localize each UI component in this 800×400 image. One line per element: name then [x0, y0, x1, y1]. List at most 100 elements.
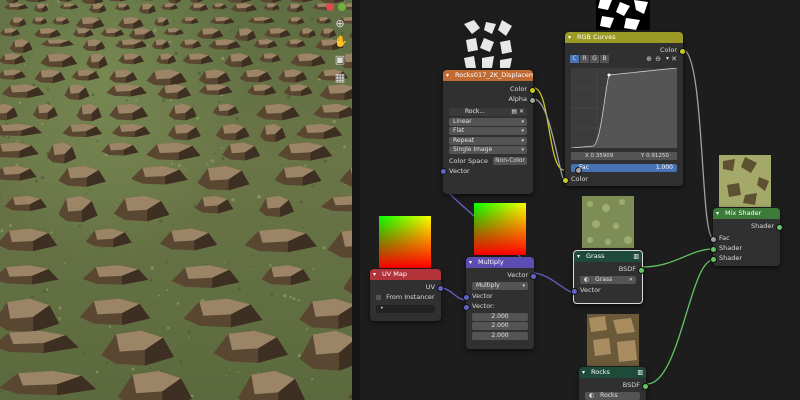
channel-b-tab[interactable]: B — [600, 55, 609, 63]
link-rocks-to-mix — [646, 259, 714, 385]
collapse-arrow-icon[interactable]: ▾ — [582, 367, 585, 378]
zoom-icon[interactable]: ⊕ — [334, 18, 346, 30]
vector2-input-socket[interactable] — [463, 303, 470, 311]
socket-label: Shader — [750, 222, 774, 230]
uv-map-node[interactable]: ▾ UV Map UV From Instancer • — [370, 269, 444, 321]
link-grass-to-mix — [641, 248, 714, 268]
shader-node-editor[interactable]: ▾ Rocks017_2K_Displacement... Color Alph… — [360, 0, 800, 400]
channel-c-tab[interactable]: C — [570, 55, 579, 63]
uv-preview — [379, 216, 431, 268]
folder-icon[interactable]: ▤ ✕ — [511, 108, 524, 116]
node-title: Rocks017_2K_Displacement... — [455, 71, 533, 79]
zoom-in-icon[interactable]: ⊕ — [646, 55, 652, 63]
socket-label: Color — [510, 85, 527, 93]
fac-slider[interactable]: Fac 1.000 — [571, 164, 677, 174]
channel-r-tab[interactable]: R — [580, 55, 589, 63]
color-space-dropdown[interactable]: Non-Color — [493, 156, 527, 165]
close-icon[interactable]: ✕ — [671, 55, 677, 63]
area-divider[interactable] — [352, 0, 360, 400]
from-instancer-checkbox[interactable] — [376, 294, 381, 300]
node-header[interactable]: ▾ Grass ▥ — [574, 251, 642, 262]
alpha-output-socket[interactable] — [529, 96, 536, 104]
input-vector-row: Vector — [571, 285, 642, 295]
rocks-image-texture-node[interactable]: ▾ Rocks017_2K_Displacement... Color Alph… — [440, 70, 536, 194]
projection-dropdown[interactable]: Flat ▾ — [449, 127, 527, 135]
vector-input-socket[interactable] — [571, 287, 578, 295]
node-title: Mix Shader — [725, 209, 762, 217]
node-group-icon[interactable]: ▥ — [637, 367, 643, 378]
fac-input-socket[interactable] — [710, 235, 717, 243]
link-curves-to-fac — [681, 48, 714, 239]
gizmo-x-icon[interactable] — [326, 3, 334, 11]
grid-icon[interactable]: ▦ — [334, 72, 346, 84]
node-header[interactable]: ▾ Rocks017_2K_Displacement... — [443, 70, 533, 81]
image-selector[interactable]: Rock... ▤ ✕ — [449, 108, 527, 116]
point-x-value[interactable]: X 0.35909 — [585, 152, 613, 160]
input-vector-row: Vector — [463, 291, 534, 301]
color-output-socket[interactable] — [679, 47, 686, 55]
shader1-input-socket[interactable] — [710, 245, 717, 253]
mix-shader-node[interactable]: ▾ Mix Shader Shader Fac Shader Shader — [710, 208, 783, 266]
group-name: Rocks — [600, 391, 618, 399]
color-input-socket[interactable] — [562, 176, 569, 184]
collapse-arrow-icon[interactable]: ▾ — [716, 208, 719, 219]
node-title: Multiply — [478, 258, 504, 266]
options-chevron-icon[interactable]: ▾ — [666, 55, 669, 62]
rgb-curves-node[interactable]: ▾ RGB Curves Color C R G B ⊕ ⊖ ▾ ✕ X 0.3… — [562, 32, 686, 186]
close-icon[interactable]: ✕ — [629, 276, 633, 284]
grass-group-node[interactable]: ▾ Grass ▥ BSDF ◐ Grass ✕ Vector — [571, 250, 645, 304]
rocks-group-node[interactable]: ▾ Rocks ▥ BSDF ◐ Rocks — [579, 367, 649, 400]
source-dropdown[interactable]: Single Image ▾ — [449, 146, 527, 154]
collapse-arrow-icon[interactable]: ▾ — [469, 257, 472, 268]
color-space-label: Color Space — [449, 156, 488, 165]
uv-output-socket[interactable] — [437, 284, 444, 292]
gizmo-y-icon[interactable] — [338, 3, 346, 11]
node-group-icon[interactable]: ▥ — [633, 251, 639, 262]
node-header[interactable]: ▾ Multiply — [466, 257, 534, 268]
node-title: UV Map — [382, 270, 407, 278]
group-selector[interactable]: ◐ Grass ✕ — [580, 275, 636, 284]
vector-input-socket[interactable] — [463, 293, 470, 301]
node-header[interactable]: ▾ Mix Shader — [713, 208, 780, 219]
output-color-row: Color — [565, 45, 686, 55]
curve-point — [607, 73, 611, 77]
vector-multiply-node[interactable]: ▾ Multiply Vector Multiply ▾ Vector Vecto… — [463, 257, 537, 349]
checkbox-label: From Instancer — [386, 293, 435, 301]
vector-y-field[interactable]: 2.000 — [472, 322, 528, 330]
hand-icon[interactable]: ✋ — [334, 36, 348, 48]
vector-label-row: Vector: — [463, 301, 534, 311]
shader-output-socket[interactable] — [776, 223, 783, 231]
interpolation-dropdown[interactable]: Linear ▾ — [449, 117, 527, 126]
vector-output-socket[interactable] — [530, 272, 537, 280]
bsdf-output-socket[interactable] — [638, 266, 645, 274]
operation-dropdown[interactable]: Multiply ▾ — [472, 281, 528, 290]
color-output-socket[interactable] — [529, 86, 536, 94]
dropdown-value: Multiply — [476, 281, 500, 289]
collapse-arrow-icon[interactable]: ▾ — [373, 269, 376, 280]
vector-input-socket[interactable] — [440, 168, 447, 175]
vector-z-field[interactable]: 2.000 — [472, 331, 528, 340]
socket-label: BSDF — [622, 381, 640, 389]
vector-x-field[interactable]: 2.000 — [472, 312, 528, 321]
node-header[interactable]: ▾ Rocks ▥ — [579, 367, 646, 378]
socket-label: Shader — [719, 244, 743, 252]
collapse-arrow-icon[interactable]: ▾ — [446, 70, 449, 81]
uv-map-field[interactable]: • — [376, 305, 435, 313]
channel-g-tab[interactable]: G — [590, 55, 599, 63]
collapse-arrow-icon[interactable]: ▾ — [577, 251, 580, 262]
collapse-arrow-icon[interactable]: ▾ — [568, 32, 571, 43]
camera-icon[interactable]: ▣ — [334, 54, 346, 66]
extension-dropdown[interactable]: Repeat ▾ — [449, 136, 527, 145]
node-header[interactable]: ▾ RGB Curves — [565, 32, 683, 43]
curve-graph[interactable] — [571, 68, 677, 148]
node-header[interactable]: ▾ UV Map — [370, 269, 441, 280]
bsdf-output-socket[interactable] — [642, 382, 649, 390]
zoom-out-icon[interactable]: ⊖ — [655, 55, 661, 63]
input-shader1-row: Shader — [710, 243, 780, 253]
dropdown-value: Flat — [453, 127, 465, 134]
shader2-input-socket[interactable] — [710, 255, 717, 263]
point-y-value[interactable]: Y 0.91250 — [641, 152, 669, 160]
3d-viewport[interactable]: ⊕ ✋ ▣ ▦ — [0, 0, 352, 400]
group-selector[interactable]: ◐ Rocks — [585, 391, 640, 400]
point-coordinates[interactable]: X 0.35909 Y 0.91250 — [571, 152, 677, 160]
